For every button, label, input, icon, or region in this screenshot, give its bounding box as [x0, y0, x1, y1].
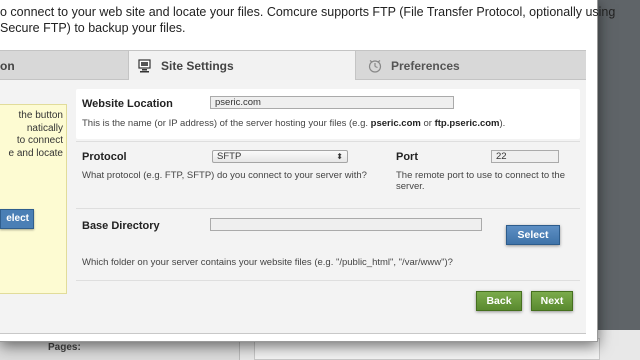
- protocol-select[interactable]: SFTP ⬍: [212, 150, 348, 163]
- example-ftp-domain: ftp.pseric.com: [434, 118, 500, 129]
- site-settings-panel: the button natically to connect e and lo…: [0, 80, 586, 334]
- divider: [76, 141, 580, 142]
- tab-preferences-label: Preferences: [391, 58, 460, 73]
- pages-label: Pages:: [48, 342, 81, 353]
- server-icon: [137, 59, 153, 73]
- protocol-help: What protocol (e.g. FTP, SFTP) do you co…: [82, 170, 367, 181]
- tab-connection-label: on: [0, 58, 15, 73]
- next-button[interactable]: Next: [531, 291, 573, 311]
- chevron-updown-icon: ⬍: [336, 152, 343, 161]
- divider: [76, 280, 580, 281]
- note-select-button[interactable]: elect: [0, 209, 34, 229]
- protocol-label: Protocol: [82, 151, 127, 163]
- website-location-label: Website Location: [82, 98, 173, 110]
- base-directory-input[interactable]: [210, 218, 482, 231]
- back-button[interactable]: Back: [476, 291, 522, 311]
- divider: [76, 208, 580, 209]
- note-line: to connect: [16, 135, 63, 146]
- select-directory-button[interactable]: Select: [506, 225, 560, 245]
- website-location-row: Website Location This is the name (or IP…: [76, 89, 580, 139]
- base-directory-help: Which folder on your server contains you…: [82, 257, 453, 268]
- example-domain: pseric.com: [370, 118, 421, 129]
- note-line: natically: [26, 122, 63, 134]
- port-help-line-2: server.: [396, 181, 425, 192]
- note-line: the button: [18, 110, 63, 121]
- website-location-input[interactable]: [210, 96, 454, 109]
- clock-icon: [367, 59, 383, 73]
- port-input[interactable]: [491, 150, 559, 163]
- tab-preferences[interactable]: Preferences: [357, 51, 585, 80]
- connection-help-note: the button natically to connect e and lo…: [0, 104, 67, 294]
- tab-site-settings-label: Site Settings: [161, 59, 234, 73]
- base-directory-label: Base Directory: [82, 220, 160, 232]
- tab-bar: on Site Settings Preferences: [0, 50, 586, 81]
- protocol-select-value: SFTP: [217, 151, 242, 162]
- tab-connection[interactable]: on: [0, 51, 128, 80]
- tab-site-settings[interactable]: Site Settings: [128, 51, 356, 81]
- site-settings-dialog: o connect to your web site and locate yo…: [0, 0, 616, 342]
- intro-line-1: o connect to your web site and locate yo…: [0, 5, 616, 19]
- note-line: e and locate: [8, 147, 64, 159]
- intro-text: o connect to your web site and locate yo…: [0, 4, 616, 36]
- website-location-help: This is the name (or IP address) of the …: [82, 118, 506, 129]
- intro-line-2: Secure FTP) to backup your files.: [0, 21, 186, 35]
- port-label: Port: [396, 151, 418, 163]
